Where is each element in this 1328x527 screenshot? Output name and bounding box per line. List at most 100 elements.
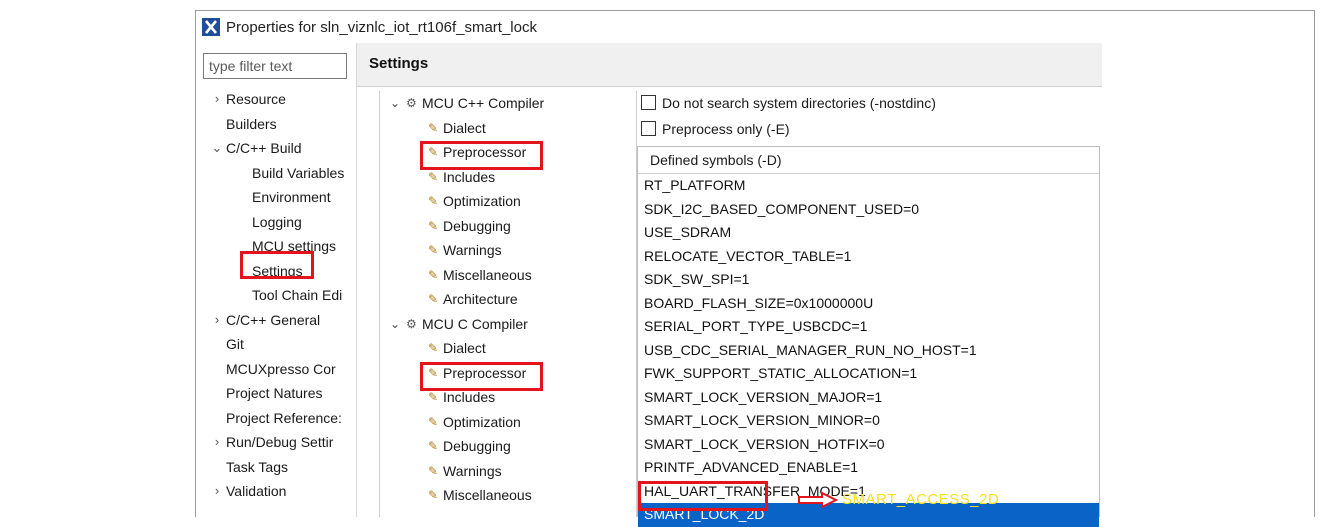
chevron-right-icon[interactable]: › [210,308,224,333]
settings-page-icon: ✎ [427,488,439,502]
settings-page-icon: ✎ [427,194,439,208]
nostdinc-label: Do not search system directories (-nostd… [662,95,936,111]
nav-item-label: Environment [252,189,331,205]
nav-item-label: Task Tags [226,458,288,475]
defined-symbols-list: RT_PLATFORM SDK_I2C_BASED_COMPONENT_USED=… [638,174,1099,527]
tool-page-optimization[interactable]: ✎ Optimization [380,189,636,214]
nav-item-project-natures[interactable]: Project Natures [196,381,356,406]
tool-tree-label: Debugging [443,217,511,234]
rename-annotation: SMART_ACCESS_2D [842,491,1000,508]
nav-item-c-c-general[interactable]: › C/C++ General [196,308,356,333]
panel-divider[interactable] [356,43,357,517]
symbol-row[interactable]: BOARD_FLASH_SIZE=0x1000000U [638,292,1099,316]
tool-tree-label: Miscellaneous [443,266,532,283]
nav-item-builders[interactable]: Builders [196,112,356,137]
tool-page-miscellaneous[interactable]: ✎ Miscellaneous [380,483,636,508]
tool-page-includes[interactable]: ✎ Includes [380,385,636,410]
nav-item-mcuxpresso-cor[interactable]: MCUXpresso Cor [196,357,356,382]
tool-tree-label: Warnings [443,462,502,479]
app-icon [202,18,220,36]
chevron-right-icon[interactable]: › [210,430,224,455]
tool-page-preprocessor[interactable]: ✎ Preprocessor [380,361,636,386]
tool-page-preprocessor[interactable]: ✎ Preprocessor [380,140,636,165]
compiler-tool-icon: ⚙ [406,96,417,110]
symbol-row[interactable]: SDK_SW_SPI=1 [638,268,1099,292]
preprocess-only-option[interactable]: Preprocess only (-E) [637,117,1314,141]
nav-item-validation[interactable]: › Validation [196,479,356,504]
filter-field[interactable] [203,53,347,79]
tool-page-warnings[interactable]: ✎ Warnings [380,238,636,263]
nav-item-label: Project Natures [226,385,323,401]
nav-item-c-c-build[interactable]: ⌄ C/C++ Build [196,136,356,161]
nav-item-git[interactable]: Git [196,332,356,357]
settings-header: Settings [357,43,1102,87]
tool-tree-label: Preprocessor [443,364,527,381]
chevron-right-icon[interactable]: › [210,479,224,504]
nav-item-label: C/C++ General [226,311,321,328]
nav-item-environment[interactable]: Environment [196,185,356,210]
nav-item-project-reference[interactable]: Project Reference: [196,406,356,431]
nav-item-label: Validation [226,483,287,499]
tool-page-dialect[interactable]: ✎ Dialect [380,336,636,361]
tool-tree-label: Dialect [443,340,486,356]
nav-item-mcu-settings[interactable]: MCU settings [196,234,356,259]
tool-group-mcu-c-compiler[interactable]: ⌄ ⚙ MCU C Compiler [380,312,636,337]
nav-item-task-tags[interactable]: Task Tags [196,455,356,480]
symbol-row[interactable]: RELOCATE_VECTOR_TABLE=1 [638,245,1099,269]
filter-input[interactable] [204,54,346,78]
nostdinc-option[interactable]: Do not search system directories (-nostd… [637,91,1314,115]
symbol-row[interactable]: USE_SDRAM [638,221,1099,245]
symbol-row[interactable]: SMART_LOCK_VERSION_HOTFIX=0 [638,433,1099,457]
tool-tree-label: Includes [443,168,496,185]
nav-item-label: Run/Debug Settir [226,434,334,450]
symbol-row[interactable]: FWK_SUPPORT_STATIC_ALLOCATION=1 [638,362,1099,386]
settings-page-icon: ✎ [427,169,439,184]
symbol-row[interactable]: SMART_LOCK_VERSION_MAJOR=1 [638,386,1099,410]
chevron-down-icon[interactable]: ⌄ [390,312,400,337]
tool-page-debugging[interactable]: ✎ Debugging [380,434,636,459]
symbol-row[interactable]: PRINTF_ADVANCED_ENABLE=1 [638,456,1099,480]
properties-window: Properties for sln_viznlc_iot_rt106f_sma… [195,10,1315,527]
navigation-panel: ›ResourceBuilders⌄C/C++ BuildBuild Varia… [196,43,356,517]
preprocess-only-checkbox[interactable] [641,121,656,136]
tool-group-mcu-c-compiler[interactable]: ⌄ ⚙ MCU C++ Compiler [380,91,636,116]
tool-page-warnings[interactable]: ✎ Warnings [380,459,636,484]
settings-page-icon: ✎ [427,463,439,478]
compiler-tool-icon: ⚙ [406,316,417,331]
nostdinc-checkbox[interactable] [641,95,656,110]
nav-item-run-debug-settir[interactable]: › Run/Debug Settir [196,430,356,455]
nav-item-settings[interactable]: Settings [196,259,356,284]
settings-page-icon: ✎ [427,267,439,282]
nav-item-build-variables[interactable]: Build Variables [196,161,356,186]
defined-symbols-panel: Defined symbols (-D) RT_PLATFORM SDK_I2C_… [637,146,1100,527]
tool-page-dialect[interactable]: ✎ Dialect [380,116,636,141]
title-bar: Properties for sln_viznlc_iot_rt106f_sma… [196,11,1314,43]
nav-item-resource[interactable]: › Resource [196,87,356,112]
symbol-row[interactable]: SERIAL_PORT_TYPE_USBCDC=1 [638,315,1099,339]
symbol-row[interactable]: RT_PLATFORM [638,174,1099,198]
tool-page-architecture[interactable]: ✎ Architecture [380,287,636,312]
nav-item-label: Settings [252,262,303,279]
tool-page-optimization[interactable]: ✎ Optimization [380,410,636,435]
symbol-row[interactable]: SDK_I2C_BASED_COMPONENT_USED=0 [638,198,1099,222]
tool-tree-label: Dialect [443,119,486,136]
tool-tree-label: Architecture [443,291,518,307]
nav-item-tool-chain-edi[interactable]: Tool Chain Edi [196,283,356,308]
tool-page-includes[interactable]: ✎ Includes [380,165,636,190]
tool-page-miscellaneous[interactable]: ✎ Miscellaneous [380,263,636,288]
nav-item-logging[interactable]: Logging [196,210,356,235]
chevron-right-icon[interactable]: › [210,87,224,112]
nav-item-label: MCUXpresso Cor [226,360,336,377]
symbol-row[interactable]: SMART_LOCK_VERSION_MINOR=0 [638,409,1099,433]
tool-tree-label: MCU C++ Compiler [422,95,545,111]
rename-arrow-icon [798,492,838,508]
nav-item-label: Logging [252,213,302,230]
chevron-down-icon[interactable]: ⌄ [210,136,224,161]
nav-item-label: C/C++ Build [226,140,302,156]
symbol-row[interactable]: USB_CDC_SERIAL_MANAGER_RUN_NO_HOST=1 [638,339,1099,363]
tool-page-debugging[interactable]: ✎ Debugging [380,214,636,239]
chevron-down-icon[interactable]: ⌄ [390,91,400,116]
nav-item-label: Tool Chain Edi [252,287,343,303]
settings-page-icon: ✎ [427,145,439,159]
nav-item-label: MCU settings [252,238,337,254]
